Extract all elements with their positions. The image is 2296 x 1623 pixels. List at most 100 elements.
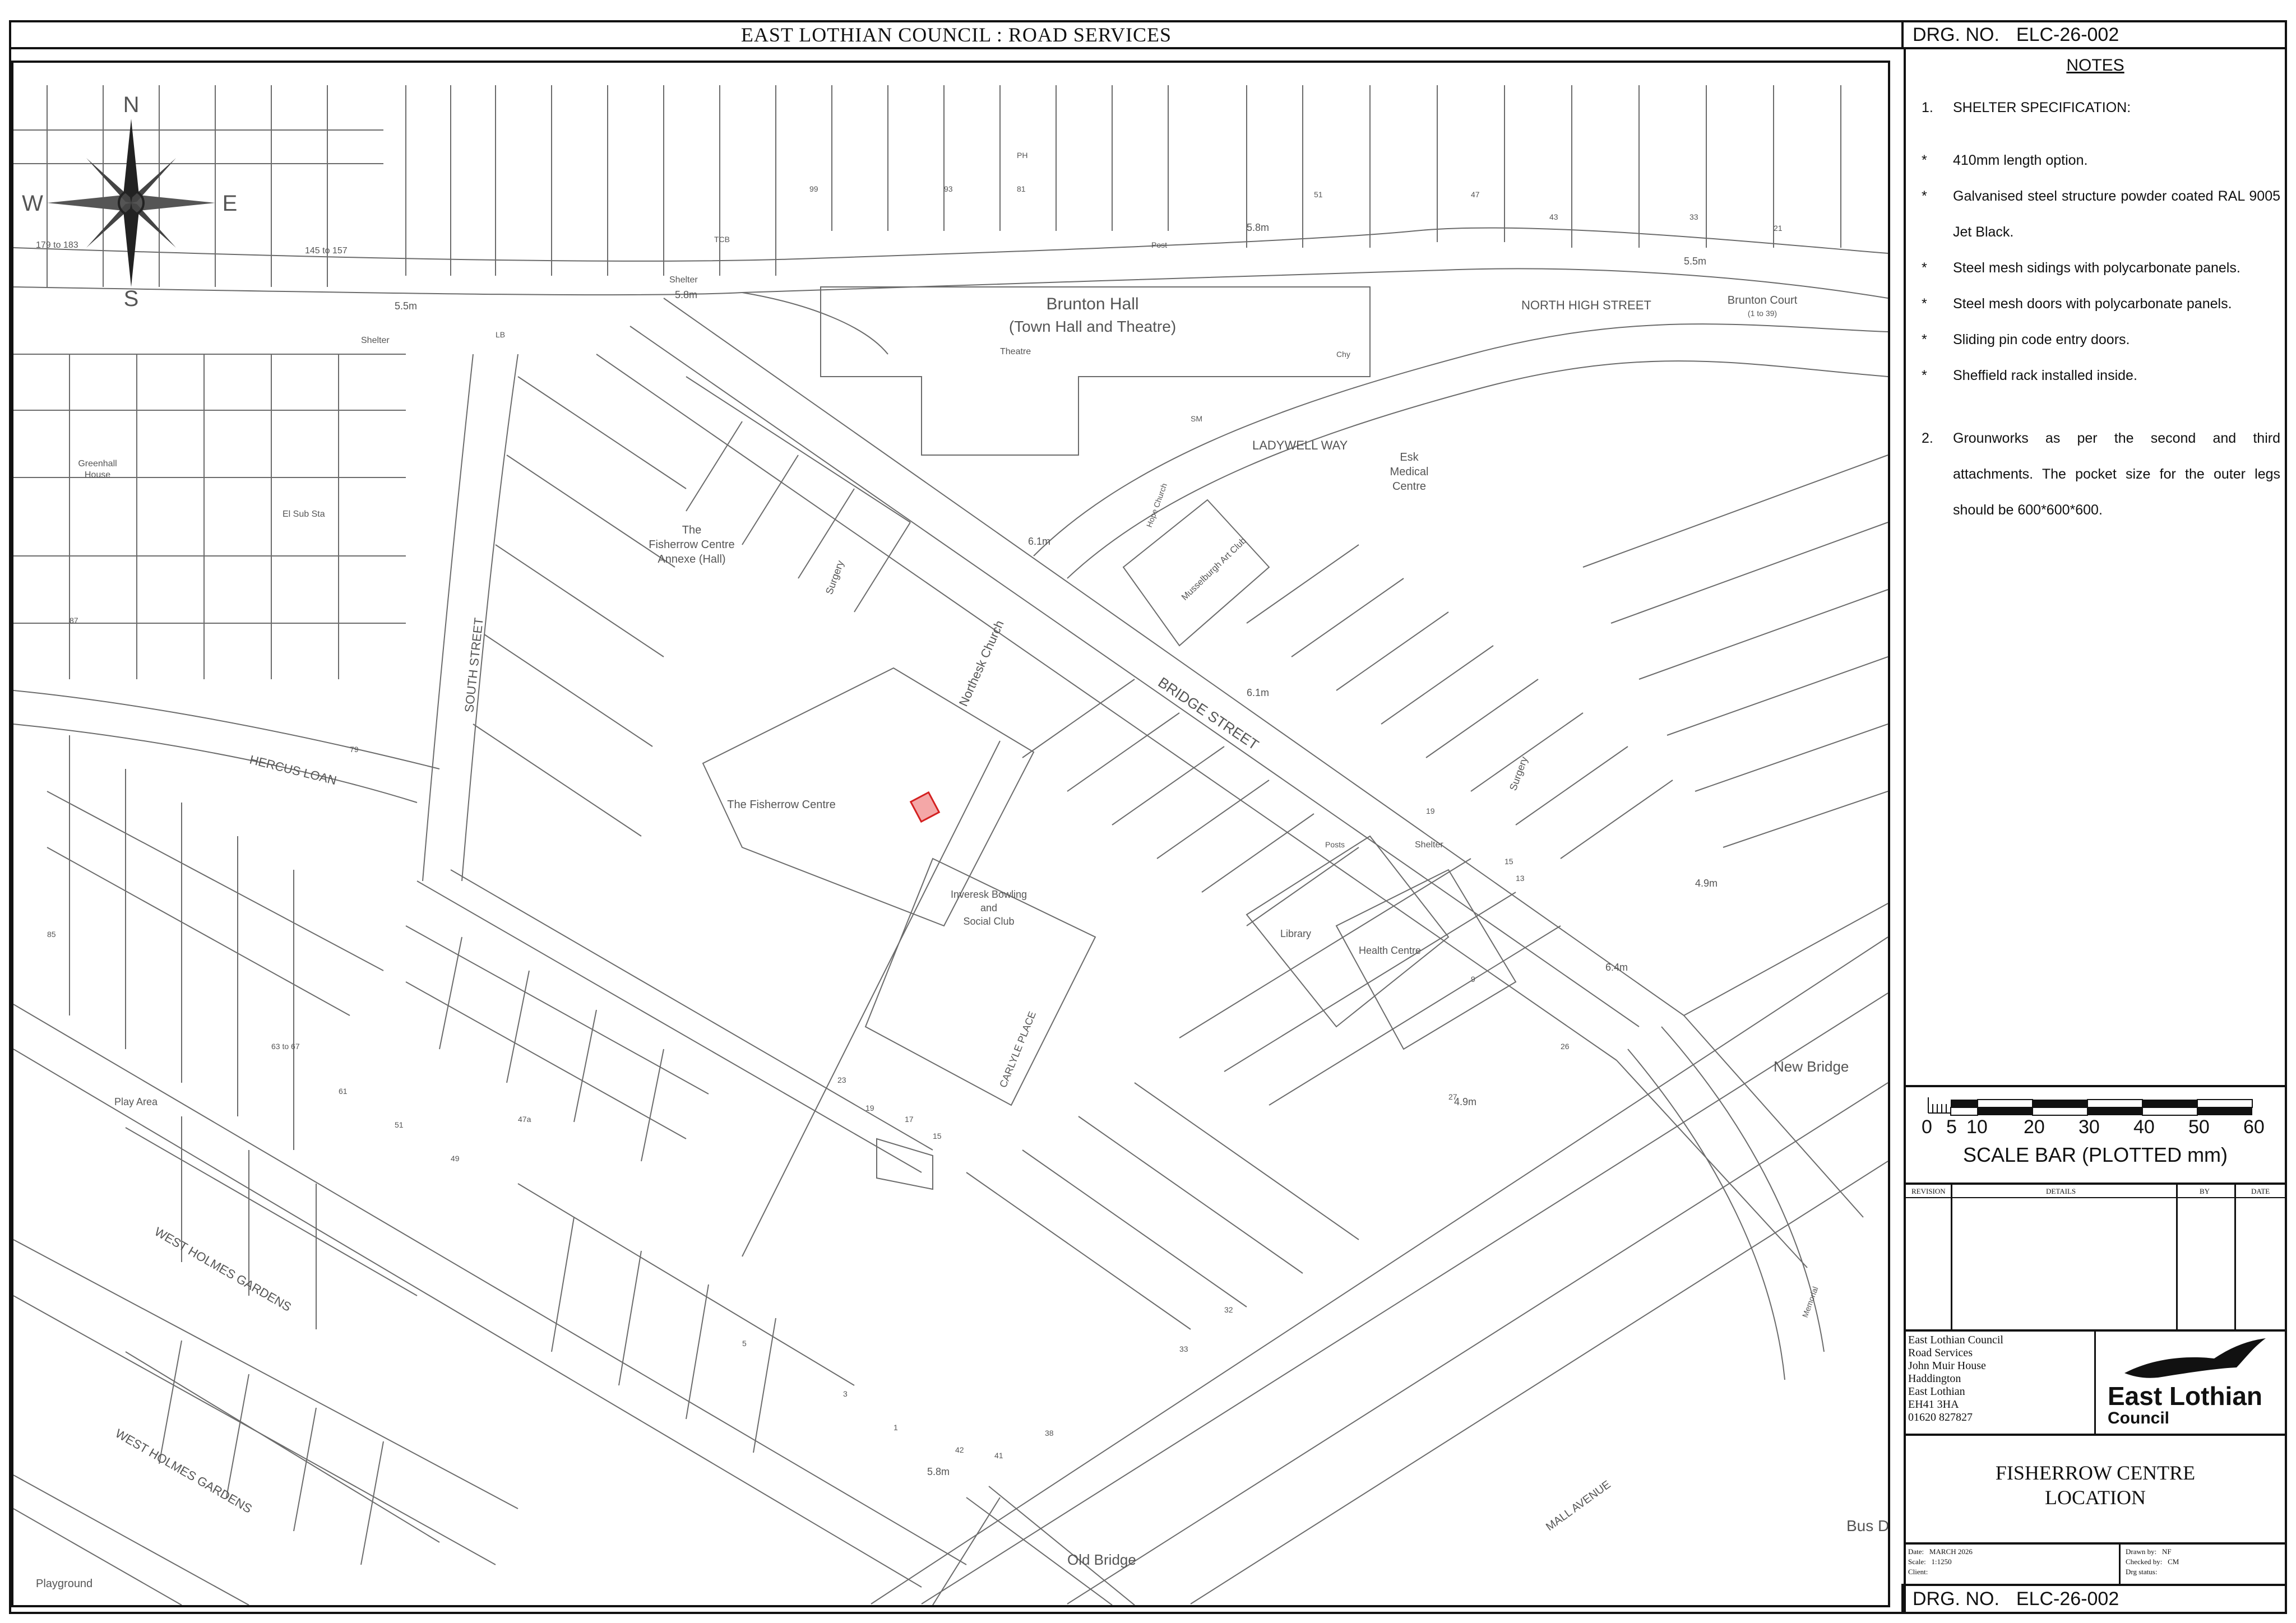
notes-heading: NOTES: [2066, 56, 2124, 75]
drawing-number-bottom: DRG. NO. ELC-26-002: [1901, 1584, 2287, 1614]
note-bullet: * 410mm length option.: [1922, 142, 2280, 178]
shelter-location-marker[interactable]: [909, 791, 941, 823]
client-label: Client:: [1908, 1568, 1928, 1576]
scale-bar-title: SCALE BAR (PLOTTED mm): [1962, 1143, 2228, 1166]
label-fisherrow-centre: The Fisherrow Centre: [727, 799, 835, 811]
scale-tick-0: 0: [1922, 1116, 1932, 1138]
scale-label: Scale:: [1908, 1557, 1926, 1566]
house-number: 61: [339, 1087, 348, 1096]
spot-height-6-1b: 6.1m: [1247, 687, 1269, 698]
bullet-mark: *: [1922, 368, 1927, 383]
bullet-mark: *: [1922, 296, 1927, 312]
scale-tick-5: 5: [1946, 1116, 1957, 1138]
label-ph: PH: [1017, 151, 1027, 160]
eagle-logo-icon: [2124, 1338, 2266, 1378]
label-chy: Chy: [1336, 350, 1350, 359]
house-number: 145 to 157: [305, 246, 348, 256]
label-theatre: Theatre: [1000, 347, 1031, 356]
meta-right: Drawn by: NF Checked by: CM Drg status:: [2126, 1547, 2179, 1577]
house-number: 13: [1516, 874, 1525, 883]
drawn-value: NF: [2162, 1547, 2172, 1556]
house-number: 32: [1224, 1305, 1233, 1314]
house-number: 21: [1774, 224, 1783, 233]
drawn-label: Drawn by:: [2126, 1547, 2157, 1556]
house-number: 79: [350, 745, 359, 754]
bullet-text: Steel mesh sidings with polycarbonate pa…: [1953, 260, 2241, 276]
address-line: John Muir House: [1908, 1360, 1986, 1372]
note-bullet: * Sheffield rack installed inside.: [1922, 358, 2280, 393]
house-number: 93: [944, 184, 953, 193]
label-medical: Medical: [1390, 466, 1429, 478]
drawing-number-value: ELC-26-002: [2016, 1588, 2119, 1610]
date-header: DATE: [2251, 1187, 2270, 1195]
house-number: 23: [837, 1075, 846, 1084]
bullet-mark: *: [1922, 188, 1927, 204]
address-line: East Lothian Council: [1908, 1334, 2003, 1346]
divider: [2094, 1329, 2096, 1434]
label-art-club: Musselburgh Art Club: [1180, 536, 1248, 602]
label-bus-depot: Bus D: [1846, 1517, 1888, 1534]
divider: [1904, 1542, 2287, 1545]
label-surgery-2: Surgery: [1507, 755, 1530, 792]
label-health-centre: Health Centre: [1359, 945, 1421, 956]
note-bullet: * Sliding pin code entry doors.: [1922, 322, 2280, 358]
label-esk: Esk: [1400, 451, 1419, 463]
meta-left: Date: MARCH 2026 Scale: 1:1250 Client:: [1908, 1547, 1973, 1577]
house-number: 81: [1017, 184, 1026, 193]
scale-tick-60: 60: [2243, 1116, 2265, 1138]
house-number: 9: [1471, 975, 1475, 984]
bullet-text: 410mm length option.: [1953, 152, 2088, 168]
status-label: Drg status:: [2126, 1568, 2158, 1576]
compass-rose: N S E W: [22, 92, 237, 311]
house-number: 17: [905, 1115, 914, 1124]
project-title-line-1: FISHERROW CENTRE: [1995, 1462, 2196, 1484]
bullet-mark: *: [1922, 260, 1927, 276]
divider: [2176, 1183, 2178, 1329]
street-north-high-street: NORTH HIGH STREET: [1521, 298, 1651, 312]
divider: [2119, 1542, 2121, 1584]
drawing-number-label: DRG. NO.: [1913, 1588, 1999, 1610]
house-number: 5: [742, 1339, 747, 1348]
revision-header: REVISION: [1911, 1187, 1946, 1195]
label-sm: SM: [1191, 414, 1202, 423]
label-play-area: Play Area: [114, 1096, 158, 1107]
drawing-number-label: DRG. NO.: [1913, 24, 1999, 45]
compass-west: W: [22, 191, 43, 216]
note-1-number: 1.: [1922, 100, 1933, 115]
spot-height-5-8c: 5.8m: [927, 1466, 950, 1477]
date-label: Date:: [1908, 1547, 1924, 1556]
by-header: BY: [2200, 1187, 2210, 1195]
divider: [1951, 1183, 1952, 1329]
label-annexe-3: Annexe (Hall): [658, 553, 725, 565]
scale-bar: [1928, 1097, 2253, 1116]
house-number: 51: [1314, 190, 1323, 199]
label-brunton-court-sub: (1 to 39): [1748, 309, 1777, 318]
label-centre: Centre: [1392, 480, 1426, 493]
address-line: Road Services: [1908, 1347, 1973, 1359]
label-el-sub-sta: El Sub Sta: [283, 509, 325, 519]
spot-height-5-5: 5.5m: [395, 300, 417, 312]
label-brunton-court: Brunton Court: [1728, 294, 1798, 307]
project-title: FISHERROW CENTRE LOCATION: [1904, 1460, 2287, 1510]
council-address: East Lothian Council Road Services John …: [1908, 1334, 2003, 1424]
bullet-text: Sliding pin code entry doors.: [1953, 332, 2130, 347]
label-brunton-hall: Brunton Hall: [1046, 295, 1138, 313]
label-new-bridge: New Bridge: [1774, 1058, 1849, 1075]
note-2-number: 2.: [1922, 430, 1933, 446]
logo-line-1: East Lothian: [2108, 1381, 2263, 1411]
street-hercus-loan: HERCUS LOAN: [248, 753, 338, 788]
label-hope-church: Hope Church: [1145, 482, 1169, 528]
house-number: 33: [1179, 1344, 1188, 1353]
divider: [1904, 1085, 2287, 1087]
label-library: Library: [1280, 928, 1311, 939]
scale-tick-10: 10: [1966, 1116, 1988, 1138]
label-playground: Playground: [36, 1578, 92, 1590]
location-map[interactable]: N S E W NORTH HIGH STREET LADYWELL WAY B…: [11, 61, 1890, 1607]
house-number: 43: [1549, 212, 1558, 221]
map-canvas: N S E W NORTH HIGH STREET LADYWELL WAY B…: [13, 85, 1888, 1605]
note-bullet: * Steel mesh sidings with polycarbonate …: [1922, 250, 2280, 286]
street-bridge-street: BRIDGE STREET: [1155, 674, 1262, 753]
street-west-holmes-gardens: WEST HOLMES GARDENS: [152, 1225, 294, 1314]
house-number: 85: [47, 930, 56, 939]
scale-tick-30: 30: [2079, 1116, 2100, 1138]
